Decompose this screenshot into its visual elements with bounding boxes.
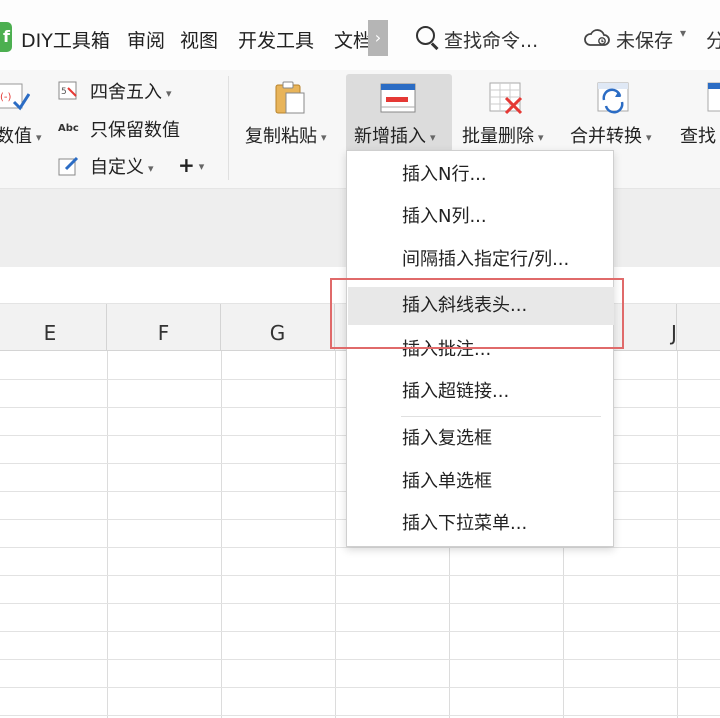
add-button[interactable]: + ▾ [178, 153, 204, 179]
menu-developer-tools[interactable]: 开发工具 [238, 26, 314, 53]
grid-line [0, 631, 720, 632]
grid-line [0, 715, 720, 716]
menu-item-insert-radio[interactable]: 插入单选框 [348, 463, 614, 501]
copy-paste-button[interactable]: 复制粘贴 ▾ [240, 74, 340, 152]
command-search-placeholder: 查找命令... [444, 30, 539, 52]
menu-review[interactable]: 审阅 [127, 26, 165, 53]
menu-item-insert-hyperlink[interactable]: 插入超链接... [348, 373, 614, 411]
menu-item-insert-checkbox[interactable]: 插入复选框 [348, 420, 614, 458]
menu-item-insert-n-columns[interactable]: 插入N列... [348, 198, 614, 236]
search-icon [416, 26, 435, 45]
menu-separator [401, 416, 601, 417]
save-status-label: 未保存 [616, 30, 674, 52]
svg-text:(-): (-) [0, 92, 12, 103]
abc-icon: Abc [58, 123, 79, 134]
ribbon-separator [228, 76, 229, 180]
menu-document[interactable]: 文档 [334, 26, 370, 53]
chevron-down-icon: ▾ [680, 26, 687, 40]
keep-value-only-label: 只保留数值 [90, 120, 180, 141]
copy-paste-label: 复制粘贴 ▾ [245, 126, 327, 147]
column-header-f[interactable]: F [107, 304, 221, 350]
grid-line [0, 603, 720, 604]
app-logo-icon[interactable]: f [0, 22, 12, 52]
grid-line [0, 687, 720, 688]
grid-line [0, 547, 720, 548]
to-value-label: 数值 ▾ [0, 126, 42, 147]
find-button[interactable]: 查找 [676, 74, 720, 152]
insert-row-icon [380, 83, 416, 113]
insert-dropdown-menu: 插入N行... 插入N列... 间隔插入指定行/列... 插入斜线表头... 插… [346, 150, 614, 547]
menu-item-insert-dropdown-list[interactable]: 插入下拉菜单... [348, 505, 614, 543]
edit-icon [58, 156, 79, 176]
column-header-e[interactable]: E [0, 304, 107, 350]
batch-delete-button[interactable]: 批量删除 ▾ [458, 74, 558, 152]
custom-label: 自定义 ▾ [90, 157, 154, 178]
find-icon [707, 82, 720, 112]
merge-convert-button[interactable]: 合并转换 ▾ [566, 74, 670, 152]
merge-convert-label: 合并转换 ▾ [570, 126, 652, 147]
menu-item-interval-insert[interactable]: 间隔插入指定行/列... [348, 241, 614, 279]
to-value-button[interactable]: (-) 数值 ▾ [0, 74, 42, 152]
svg-text:5: 5 [61, 87, 67, 97]
cloud-icon [584, 29, 610, 46]
merge-convert-icon [597, 82, 629, 114]
batch-delete-label: 批量删除 ▾ [462, 126, 544, 147]
menu-item-insert-diagonal-header[interactable]: 插入斜线表头... [348, 287, 614, 325]
new-insert-label: 新增插入 ▾ [354, 126, 436, 147]
menu-view[interactable]: 视图 [180, 26, 218, 53]
menu-bar: f DIY工具箱 审阅 视图 开发工具 文档 › 查找命令... 未保存 ▾ 分 [0, 0, 720, 70]
clipboard-icon [275, 81, 305, 114]
share-button[interactable]: 分 [706, 26, 720, 53]
round-icon: 5 [58, 81, 77, 100]
menu-item-insert-n-rows[interactable]: 插入N行... [348, 156, 614, 194]
delete-table-icon [489, 82, 523, 115]
grid-line [0, 575, 720, 576]
convert-value-icon: (-) [0, 83, 30, 111]
grid-line [0, 659, 720, 660]
round-label: 四舍五入 ▾ [90, 82, 172, 103]
menu-diy-toolbox[interactable]: DIY工具箱 [21, 26, 110, 53]
new-insert-button[interactable]: 新增插入 ▾ [346, 74, 452, 152]
plus-icon: + [178, 153, 195, 177]
tab-scroll-right-button[interactable]: › [368, 20, 388, 56]
column-header-g[interactable]: G [221, 304, 335, 350]
menu-item-insert-comment[interactable]: 插入批注... [348, 331, 614, 369]
find-label: 查找 [680, 126, 716, 147]
